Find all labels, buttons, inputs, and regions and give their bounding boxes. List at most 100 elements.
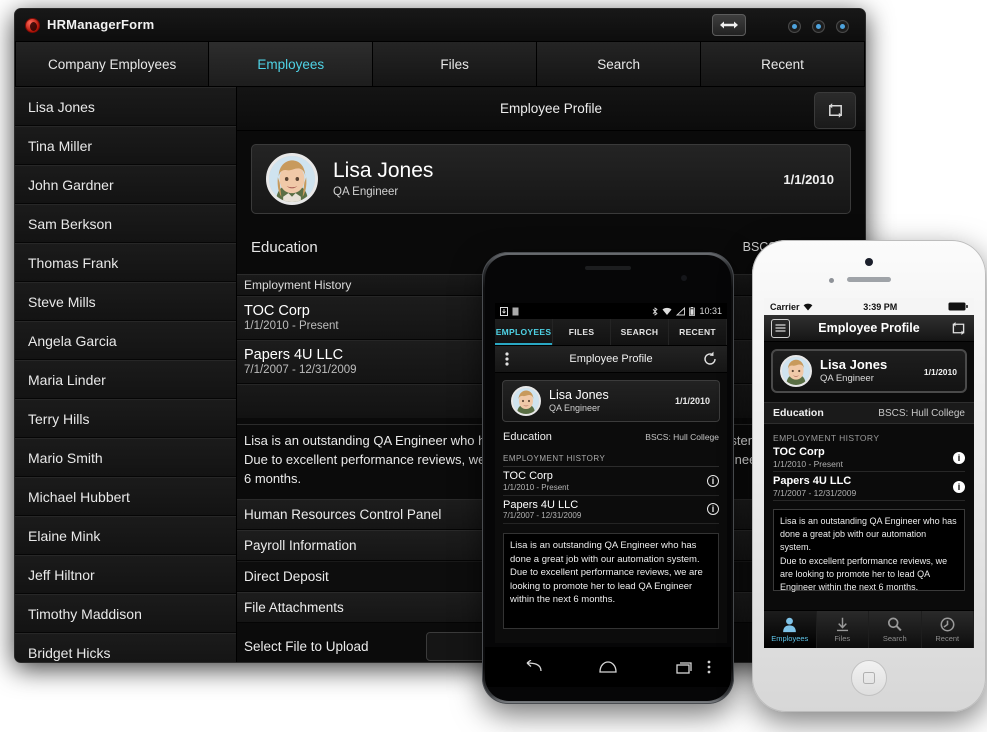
window-titlebar: HRManagerForm [15, 9, 865, 42]
signal-icon [676, 306, 686, 315]
ios-clock: 3:39 PM [863, 301, 898, 312]
list-item[interactable]: Sam Berkson [15, 204, 236, 243]
list-item[interactable]: Bridget Hicks [15, 633, 236, 662]
android-screen: 10:31 EMPLOYEES FILES SEARCH RECENT Empl… [495, 303, 727, 643]
list-item[interactable]: Steve Mills [15, 282, 236, 321]
education-label: Education [251, 238, 318, 256]
sync-refresh-button[interactable] [814, 92, 856, 129]
tab-search[interactable]: Search [537, 42, 702, 87]
upload-label: Select File to Upload [244, 639, 369, 655]
android-profile-name-block: Lisa Jones QA Engineer [541, 388, 609, 413]
tab-employees[interactable]: Employees [209, 42, 374, 87]
bluetooth-icon [653, 306, 659, 316]
avatar-photo [782, 357, 810, 385]
employee-profile-card[interactable]: Lisa Jones QA Engineer 1/1/2010 [251, 144, 851, 214]
kebab-menu-icon[interactable] [505, 352, 509, 366]
android-employment-history-header: EMPLOYMENT HISTORY [503, 454, 719, 467]
list-item[interactable]: Terry Hills [15, 399, 236, 438]
clock-icon [940, 617, 955, 632]
android-front-camera-icon [681, 275, 687, 281]
iphone-home-button[interactable] [851, 660, 887, 696]
ios-tab-recent[interactable]: Recent [922, 611, 974, 648]
ios-status-bar: Carrier 3:39 PM [764, 298, 974, 315]
list-item[interactable]: Maria Linder [15, 360, 236, 399]
android-page-title: Employee Profile [569, 353, 653, 365]
info-icon[interactable]: i [953, 451, 965, 464]
list-item[interactable]: Tina Miller [15, 126, 236, 165]
magnifier-icon [888, 617, 902, 632]
list-item[interactable]: Lisa Jones [15, 87, 236, 126]
android-profile-role: QA Engineer [549, 402, 601, 413]
battery-icon [948, 302, 968, 311]
list-menu-button[interactable] [771, 319, 790, 338]
list-item[interactable]: Angela Garcia [15, 321, 236, 360]
info-icon[interactable]: i [707, 503, 719, 516]
employer-name: TOC Corp [773, 446, 825, 458]
list-item[interactable]: Mario Smith [15, 438, 236, 477]
profile-start-date: 1/1/2010 [783, 172, 834, 187]
android-tab-files[interactable]: FILES [553, 319, 611, 345]
android-employment-history-item[interactable]: TOC Corp 1/1/2010 - Present i [503, 467, 719, 496]
screenshot-stage: HRManagerForm Company Employees Employee… [0, 0, 987, 732]
android-education-row: Education BSCS: Hull College [503, 431, 719, 443]
ios-employment-history-item[interactable]: TOC Corp 1/1/2010 - Present i [773, 446, 965, 473]
iphone-earpiece [847, 277, 891, 282]
list-item[interactable]: Michael Hubbert [15, 477, 236, 516]
window-minimize-button[interactable] [788, 20, 801, 33]
android-education-value: BSCS: Hull College [645, 432, 719, 442]
wifi-icon [662, 307, 672, 315]
android-tabbar: EMPLOYEES FILES SEARCH RECENT [495, 319, 727, 346]
tab-company-employees[interactable]: Company Employees [15, 42, 210, 87]
kebab-menu-icon[interactable] [707, 660, 711, 674]
list-menu-icon [775, 324, 786, 332]
ios-carrier-label: Carrier [770, 301, 800, 312]
android-clock: 10:31 [699, 306, 722, 316]
window-maximize-button[interactable] [812, 20, 825, 33]
android-tab-search[interactable]: SEARCH [611, 319, 669, 345]
ios-education-value: BSCS: Hull College [878, 407, 965, 419]
ios-employee-notes[interactable]: Lisa is an outstanding QA Engineer who h… [773, 509, 965, 592]
ios-tab-label: Files [834, 634, 851, 643]
avatar [266, 153, 318, 205]
ios-employment-history-item[interactable]: Papers 4U LLC 7/1/2007 - 12/31/2009 i [773, 475, 965, 502]
android-tab-recent[interactable]: RECENT [669, 319, 727, 345]
android-education-label: Education [503, 431, 552, 443]
employer-name: TOC Corp [503, 470, 553, 482]
avatar [511, 386, 541, 416]
back-icon[interactable] [521, 659, 543, 675]
list-item[interactable]: Elaine Mink [15, 516, 236, 555]
resize-horizontal-button[interactable] [712, 14, 746, 36]
android-employment-history-item[interactable]: Papers 4U LLC 7/1/2007 - 12/31/2009 i [503, 496, 719, 525]
info-icon[interactable]: i [953, 480, 965, 493]
sync-refresh-button[interactable] [950, 320, 967, 342]
employee-list-sidebar[interactable]: Lisa Jones Tina Miller John Gardner Sam … [15, 87, 237, 662]
sim-card-icon [512, 307, 519, 315]
list-item[interactable]: John Gardner [15, 165, 236, 204]
person-icon [783, 617, 797, 633]
ios-tab-search[interactable]: Search [869, 611, 922, 648]
ios-education-row: Education BSCS: Hull College [764, 402, 974, 424]
list-item[interactable]: Timothy Maddison [15, 594, 236, 633]
home-icon[interactable] [597, 660, 619, 675]
ios-education-label: Education [773, 407, 824, 419]
wifi-icon [803, 303, 812, 310]
tab-recent[interactable]: Recent [701, 42, 865, 87]
ios-tab-files[interactable]: Files [817, 611, 869, 648]
iphone-mockup: Carrier 3:39 PM Employee Profile Lisa Jo… [752, 240, 986, 712]
ios-tab-label: Recent [935, 634, 960, 643]
android-profile-card[interactable]: Lisa Jones QA Engineer 1/1/2010 [502, 380, 720, 422]
employer-dates: 1/1/2010 - Present [503, 482, 569, 492]
employer-dates: 7/1/2007 - 12/31/2009 [503, 511, 582, 521]
android-employee-notes[interactable]: Lisa is an outstanding QA Engineer who h… [503, 533, 719, 630]
recents-icon[interactable] [673, 660, 695, 675]
refresh-icon[interactable] [702, 351, 718, 367]
ios-tab-employees[interactable]: Employees [764, 611, 817, 648]
info-icon[interactable]: i [707, 474, 719, 487]
ios-profile-card[interactable]: Lisa Jones QA Engineer 1/1/2010 [771, 349, 967, 393]
list-item[interactable]: Thomas Frank [15, 243, 236, 282]
list-item[interactable]: Jeff Hiltnor [15, 555, 236, 594]
iphone-proximity-sensor-icon [829, 278, 834, 283]
window-close-button[interactable] [836, 20, 849, 33]
android-tab-employees[interactable]: EMPLOYEES [495, 319, 553, 345]
tab-files[interactable]: Files [373, 42, 538, 87]
